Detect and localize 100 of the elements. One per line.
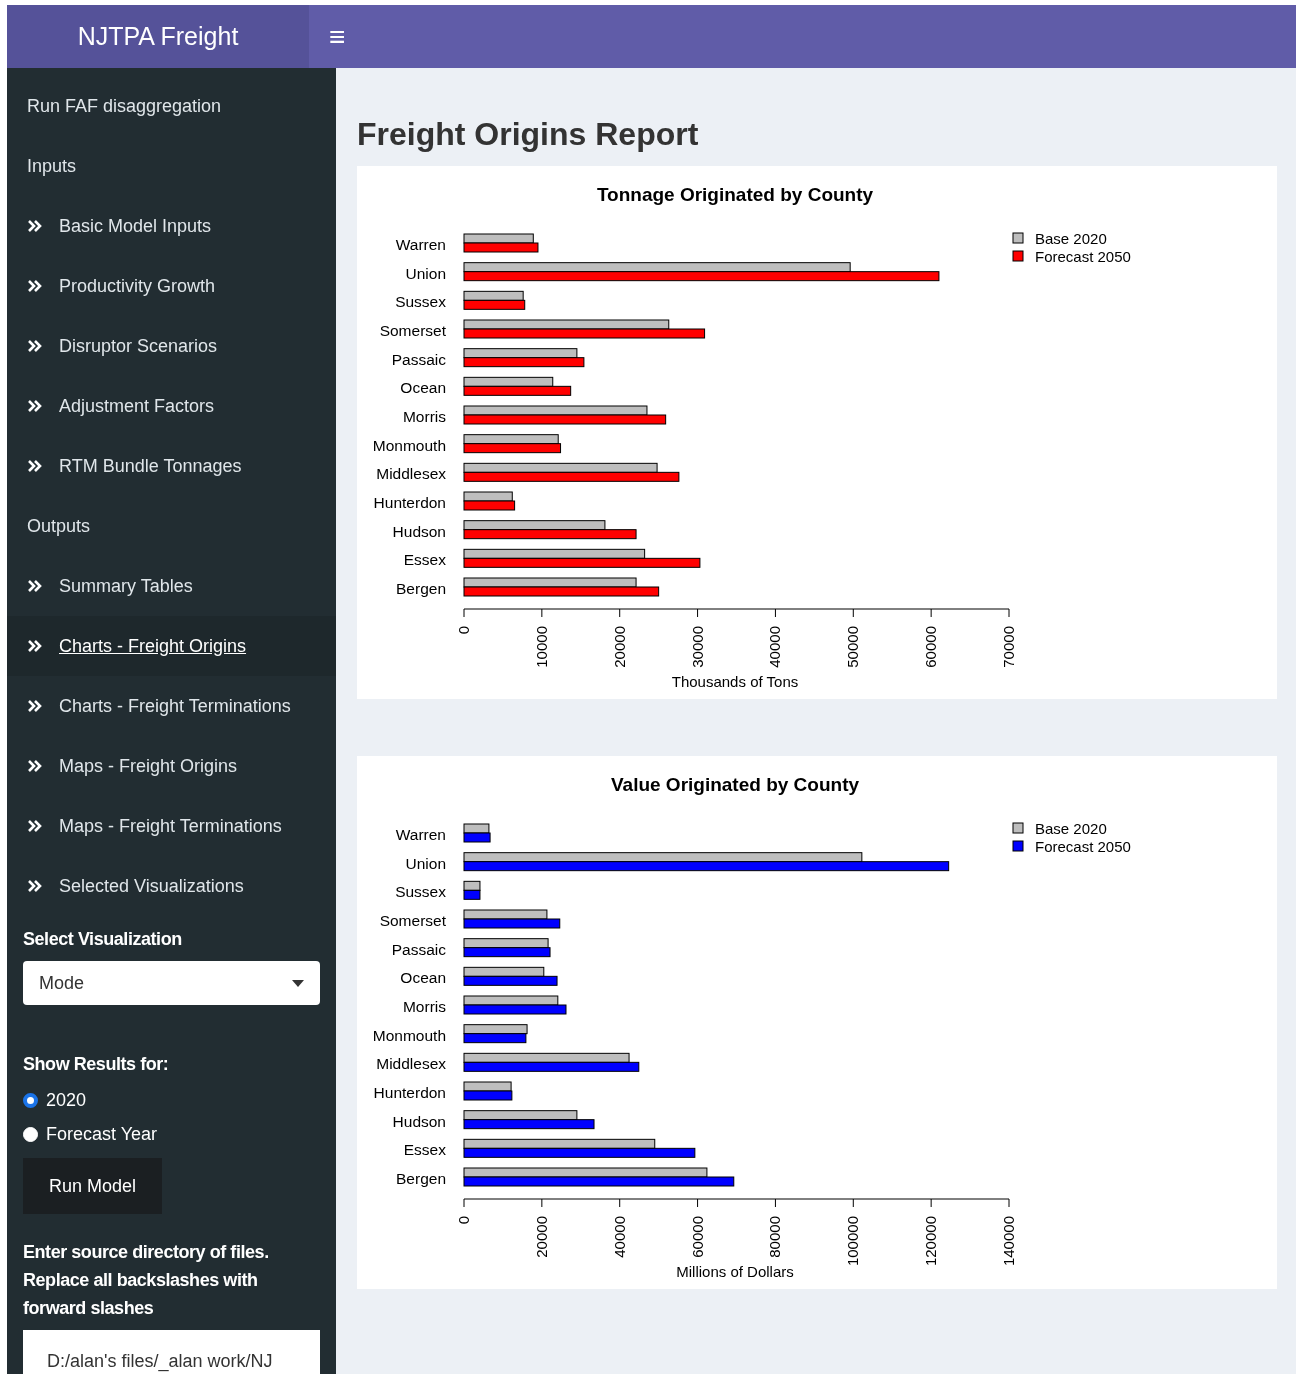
double-chevron-icon	[27, 220, 43, 232]
radio-label: Forecast Year	[46, 1122, 158, 1146]
double-chevron-icon	[27, 760, 43, 772]
tick-label: 60000	[922, 626, 940, 668]
category-label: Warren	[395, 236, 446, 253]
sidebar-item[interactable]: Maps - Freight Terminations	[7, 796, 336, 856]
category-label: Passaic	[391, 350, 446, 368]
sidebar-item[interactable]: Inputs	[7, 136, 336, 196]
double-chevron-icon	[27, 280, 43, 292]
category-label: Somerset	[379, 912, 446, 929]
sidebar-item[interactable]: Basic Model Inputs	[7, 196, 336, 256]
double-chevron-icon	[27, 400, 43, 412]
sidebar-item[interactable]: Charts - Freight Origins	[7, 616, 336, 676]
tick-label: 0	[455, 626, 472, 635]
tick-label: 30000	[688, 626, 706, 668]
category-label: Union	[405, 264, 446, 282]
bar	[463, 1033, 527, 1044]
tick-label: 100000	[844, 1216, 862, 1267]
double-chevron-icon	[27, 640, 43, 652]
category-label: Morris	[402, 998, 446, 1015]
category-label: Hudson	[392, 522, 446, 540]
category-label: Bergen	[396, 1170, 446, 1187]
legend-label: Forecast 2050	[1035, 248, 1131, 265]
category-label: Hudson	[392, 1112, 446, 1130]
category-label: Somerset	[379, 322, 446, 339]
tick-label: 60000	[688, 1216, 706, 1258]
bar	[463, 1081, 512, 1092]
category-label: Sussex	[395, 883, 446, 901]
sidebar-item[interactable]: Maps - Freight Origins	[7, 736, 336, 796]
category-label: Ocean	[400, 379, 446, 397]
app-title: NJTPA Freight	[7, 5, 309, 68]
legend-label: Base 2020	[1035, 820, 1107, 837]
sidebar-item[interactable]: Productivity Growth	[7, 256, 336, 316]
chart-title: Tonnage Originated by County	[596, 184, 874, 205]
run-model-button[interactable]: Run Model	[23, 1158, 163, 1214]
visualization-select[interactable]: Mode	[23, 961, 320, 1005]
bar	[463, 500, 516, 511]
sidebar-item[interactable]: Summary Tables	[7, 556, 336, 616]
category-label: Warren	[395, 826, 446, 843]
double-chevron-icon	[27, 340, 43, 352]
tick-label: 40000	[766, 626, 784, 668]
sidebar-item[interactable]: RTM Bundle Tonnages	[7, 436, 336, 496]
category-label: Union	[405, 854, 446, 872]
category-label: Monmouth	[372, 1026, 446, 1044]
sidebar-item[interactable]: Selected Visualizations	[7, 856, 336, 916]
bar	[463, 880, 481, 891]
bar	[463, 233, 534, 244]
tick-label: 50000	[844, 626, 862, 668]
bar	[463, 823, 490, 834]
double-chevron-icon	[27, 580, 43, 592]
tick-label: 20000	[532, 1216, 550, 1258]
category-label: Essex	[403, 1141, 446, 1159]
bar	[463, 290, 524, 301]
directory-input-field[interactable]: D:/alan's files/_alan work/NJ	[23, 1330, 320, 1374]
sidebar-item[interactable]: Run FAF disaggregation	[7, 76, 336, 136]
field-label: Enter source directory of files. Replace all backslashes with forward slashes	[23, 1241, 270, 1320]
field-label: Select Visualization	[23, 928, 183, 951]
legend-label: Base 2020	[1035, 230, 1107, 247]
tick-label: 120000	[922, 1216, 940, 1267]
tick-label: 10000	[532, 626, 550, 668]
tick-label: 0	[455, 1216, 472, 1225]
sidebar-item[interactable]: Charts - Freight Terminations	[7, 676, 336, 736]
tick-label: 20000	[610, 626, 628, 668]
bar	[463, 889, 481, 900]
double-chevron-icon	[27, 820, 43, 832]
tick-label: 80000	[766, 1216, 784, 1258]
radio-button[interactable]	[23, 1092, 38, 1108]
sidebar-item[interactable]: Disruptor Scenarios	[7, 316, 336, 376]
category-label: Morris	[402, 408, 446, 425]
category-label: Monmouth	[372, 436, 446, 454]
axis-label: Millions of Dollars	[676, 1263, 794, 1280]
category-label: Hunterdon	[373, 494, 446, 511]
tick-label: 70000	[1000, 626, 1017, 668]
category-label: Middlesex	[376, 465, 446, 483]
bar	[463, 299, 526, 310]
field-label: Show Results for:	[23, 1053, 170, 1076]
chart-title: Value Originated by County	[610, 774, 860, 795]
bar	[463, 832, 491, 843]
double-chevron-icon	[27, 460, 43, 472]
category-label: Essex	[403, 551, 446, 569]
axis-label: Thousands of Tons	[671, 673, 799, 690]
double-chevron-icon	[27, 700, 43, 712]
category-label: Ocean	[400, 969, 446, 987]
category-label: Middlesex	[376, 1055, 446, 1073]
category-label: Hunterdon	[373, 1084, 446, 1101]
sidebar-item[interactable]: Outputs	[7, 496, 336, 556]
double-chevron-icon	[27, 880, 43, 892]
category-label: Bergen	[396, 580, 446, 597]
radio-label: 2020	[46, 1088, 87, 1112]
category-label: Sussex	[395, 293, 446, 311]
caret-down-icon	[292, 979, 304, 987]
category-label: Passaic	[391, 940, 446, 958]
legend-label: Forecast 2050	[1035, 838, 1131, 855]
bar	[463, 1024, 528, 1035]
page-title: Freight Origins Report	[357, 118, 700, 150]
tick-label: 40000	[610, 1216, 628, 1258]
sidebar-item[interactable]: Adjustment Factors	[7, 376, 336, 436]
tick-label: 140000	[1000, 1216, 1017, 1267]
bar	[463, 1090, 513, 1101]
bar	[463, 491, 513, 502]
